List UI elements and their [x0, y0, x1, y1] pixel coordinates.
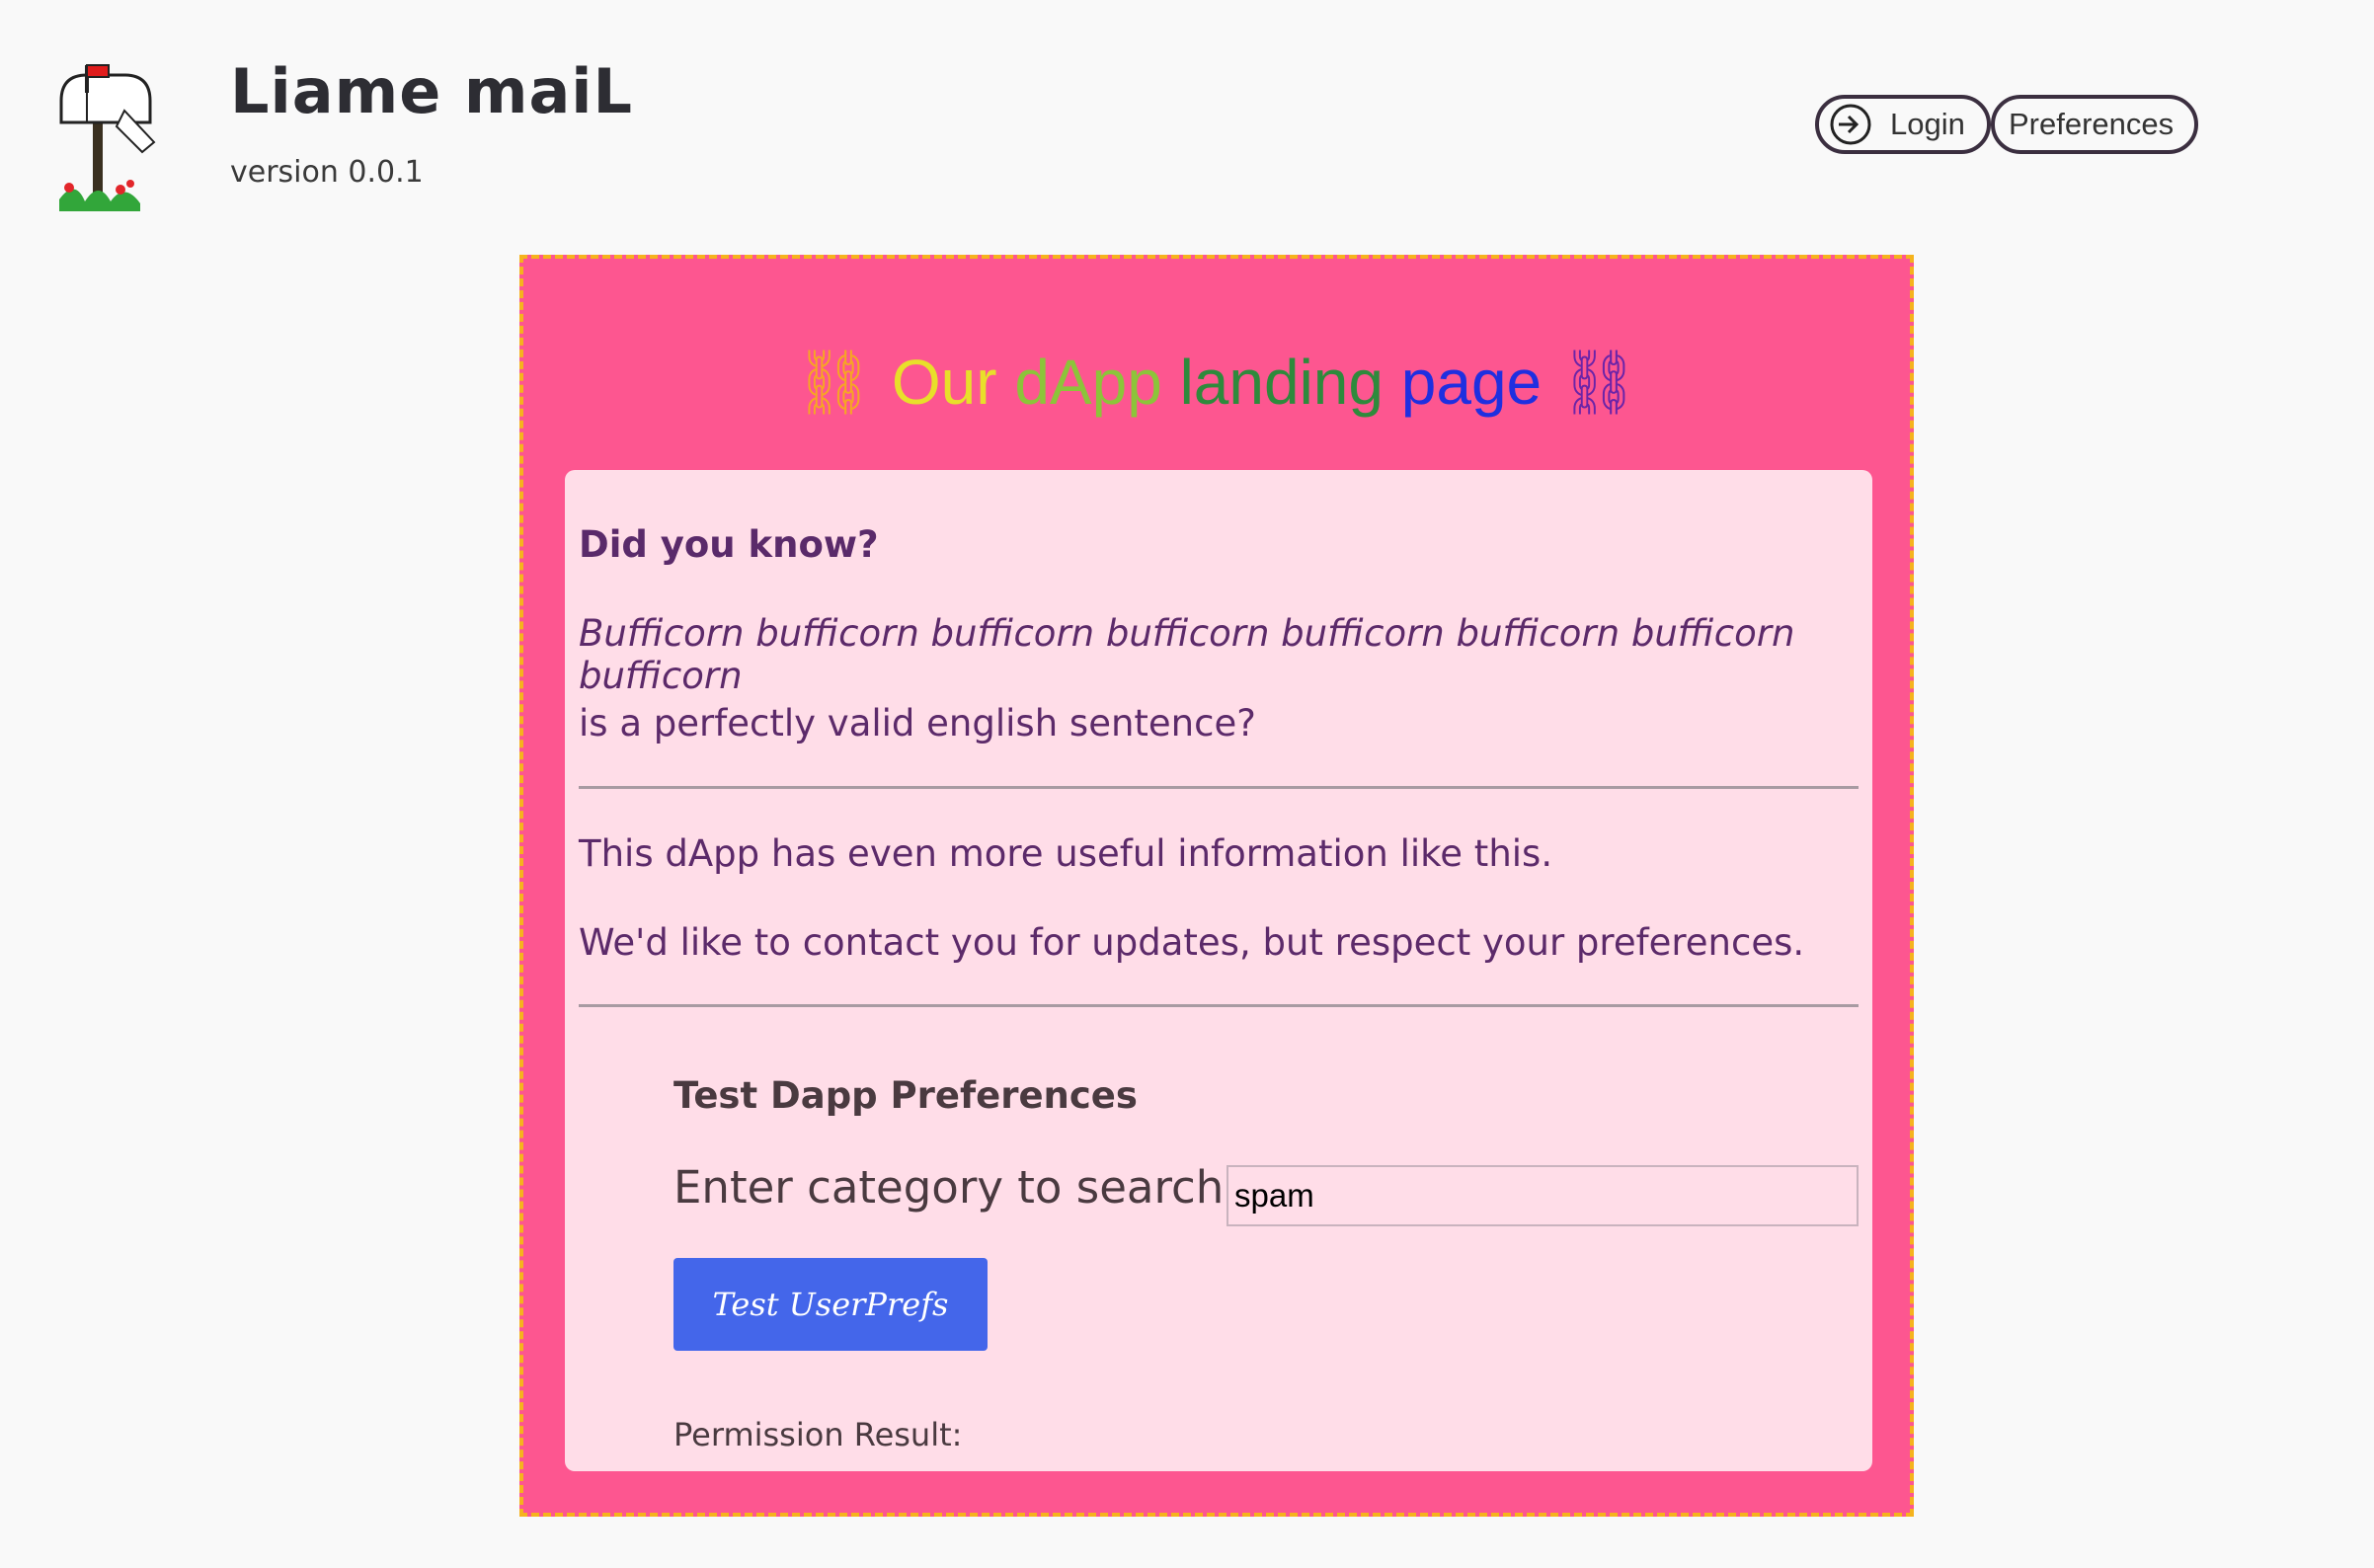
chain-link-icon: ⛓ — [793, 347, 875, 418]
valid-sentence-text: is a perfectly valid english sentence? — [579, 702, 1256, 745]
landing-title-word: page — [1400, 347, 1543, 418]
landing-title: ⛓ Our dApp landing page ⛓ — [523, 346, 1910, 420]
app-title: Liame maiL — [230, 55, 634, 127]
login-arrow-icon — [1830, 104, 1871, 145]
landing-title-word: landing — [1179, 347, 1384, 418]
mailbox-icon — [59, 64, 156, 211]
chain-link-icon: ⛓ — [1558, 347, 1640, 418]
divider — [579, 1004, 1859, 1007]
top-nav: Login Preferences — [1815, 95, 2198, 154]
test-userprefs-button[interactable]: Test UserPrefs — [673, 1258, 988, 1351]
category-search-input[interactable] — [1227, 1165, 1859, 1226]
info-card: Did you know? Bufficorn bufficorn buffic… — [565, 470, 1872, 1471]
contact-text: We'd like to contact you for updates, bu… — [579, 921, 1805, 964]
landing-frame: ⛓ Our dApp landing page ⛓ Did you know? … — [519, 255, 1914, 1517]
app-header: Liame maiL version 0.0.1 Login Preferenc… — [0, 0, 2374, 247]
app-version: version 0.0.1 — [230, 155, 424, 190]
login-label: Login — [1890, 107, 1965, 141]
permission-result-label: Permission Result: — [673, 1416, 963, 1453]
more-info-text: This dApp has even more useful informati… — [579, 832, 1553, 875]
bufficorn-sentence: Bufficorn bufficorn bufficorn bufficorn … — [579, 612, 1795, 697]
login-button[interactable]: Login — [1815, 95, 1991, 154]
preferences-section-title: Test Dapp Preferences — [673, 1074, 1138, 1117]
landing-title-word: dApp — [1014, 347, 1162, 418]
preferences-button[interactable]: Preferences — [1991, 95, 2198, 154]
did-you-know-heading: Did you know? — [579, 523, 879, 566]
divider — [579, 786, 1859, 789]
category-label: Enter category to search — [673, 1161, 1225, 1214]
landing-title-word: Our — [891, 347, 997, 418]
preferences-label: Preferences — [2009, 107, 2175, 141]
